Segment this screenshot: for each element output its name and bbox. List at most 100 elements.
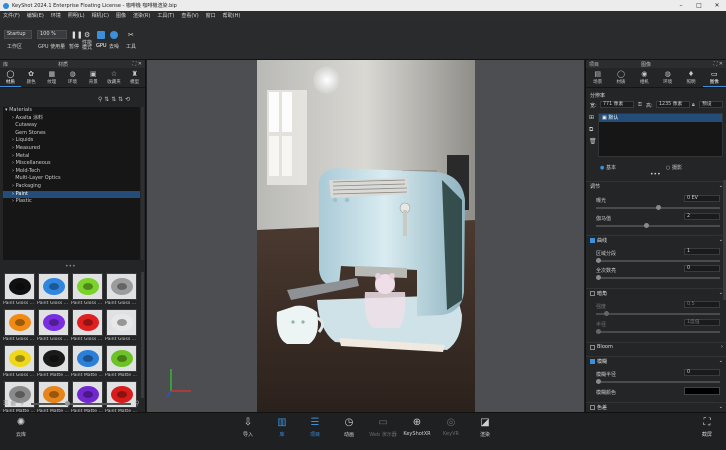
- layer-item[interactable]: ▣ 默认: [599, 114, 722, 122]
- add-layer-icon[interactable]: ⊞: [589, 114, 594, 121]
- slider-knob[interactable]: [596, 379, 601, 384]
- keyshotxr-button[interactable]: ⊕ KeyShotXR: [402, 417, 432, 437]
- thumbnail-size-slider[interactable]: [31, 401, 131, 406]
- curve-param-2-input[interactable]: 0: [684, 265, 720, 272]
- tab-material[interactable]: ◯ 材质: [609, 68, 632, 87]
- delete-layer-icon[interactable]: 🗑︎: [589, 138, 597, 145]
- performance-mode-button[interactable]: 性能 模式: [82, 41, 92, 51]
- screenshot-button[interactable]: ⛶ 截屏: [692, 417, 722, 438]
- blur-radius-input[interactable]: 0: [684, 369, 720, 376]
- material-thumbnail[interactable]: Paint Matte ...: [37, 344, 70, 382]
- slider-knob[interactable]: [596, 329, 601, 334]
- vignette-radius-input[interactable]: 1度值: [684, 319, 720, 326]
- workspace-select[interactable]: Startup: [4, 30, 32, 39]
- slider-knob[interactable]: [596, 258, 601, 263]
- link-icon[interactable]: ⚿: [638, 102, 642, 108]
- project-button[interactable]: ☰ 项目: [300, 417, 330, 438]
- tree-item-multi-layer[interactable]: Multi-Layer Optics: [3, 175, 140, 183]
- height-input[interactable]: 1235 像素: [656, 101, 690, 108]
- keyvr-button[interactable]: ◎ KeyVR: [436, 417, 466, 437]
- menu-render[interactable]: 渲染(R): [133, 12, 150, 19]
- slider-knob[interactable]: [656, 205, 661, 210]
- material-thumbnail[interactable]: Paint Gloss ...: [71, 272, 104, 310]
- maximize-button[interactable]: □: [690, 2, 708, 9]
- tab-models[interactable]: ♜ 模型: [124, 68, 145, 87]
- tab-environment[interactable]: ◍ 环境: [656, 68, 679, 87]
- tree-item-miscellaneous[interactable]: › Miscellaneous: [3, 160, 140, 168]
- library-tools-icons[interactable]: ⚲ ⇅ ⇅ ⇅ ⟲: [98, 96, 130, 103]
- render-viewport[interactable]: [147, 60, 584, 412]
- width-input[interactable]: 771 像素: [600, 101, 634, 108]
- gamma-input[interactable]: 2: [684, 213, 720, 220]
- material-thumbnail[interactable]: Paint Gloss ...: [3, 272, 36, 310]
- minimize-button[interactable]: –: [672, 2, 690, 9]
- tools-icon[interactable]: ✂: [128, 31, 134, 39]
- gpu-icon[interactable]: [97, 31, 105, 39]
- tab-scene[interactable]: ▤ 场景: [586, 68, 609, 87]
- material-thumbnail[interactable]: Paint Gloss ...: [71, 308, 104, 346]
- tree-item-gem-stones[interactable]: Gem Stones: [3, 130, 140, 138]
- vignette-strength-slider[interactable]: [596, 311, 720, 316]
- curve-section[interactable]: 曲线 ⌄: [586, 235, 726, 244]
- blur-section[interactable]: 模糊 ⌄: [586, 356, 726, 365]
- zoom-out-icon[interactable]: ⚲: [20, 400, 24, 407]
- blur-color-swatch[interactable]: [684, 387, 720, 395]
- tab-materials[interactable]: ◯ 材质: [0, 68, 21, 87]
- tree-scrollbar[interactable]: [141, 107, 144, 260]
- tab-environments[interactable]: ◍ 环境: [62, 68, 83, 87]
- tools-button[interactable]: 工具: [126, 43, 136, 50]
- mode-photographic-radio[interactable]: ○ 摄影: [666, 164, 682, 171]
- curve-param-2-slider[interactable]: [596, 275, 720, 280]
- denoise-icon[interactable]: [110, 31, 118, 39]
- cloud-library-button[interactable]: ✺ 云库: [6, 417, 36, 438]
- slider-knob[interactable]: [604, 311, 609, 316]
- menu-edit[interactable]: 编辑(E): [27, 12, 44, 19]
- close-window-button[interactable]: ✕: [708, 2, 726, 9]
- menu-help[interactable]: 帮助(H): [223, 12, 241, 19]
- pause-icon[interactable]: ❚❚: [71, 31, 83, 39]
- gpu-toggle[interactable]: GPU: [96, 43, 107, 49]
- menu-window[interactable]: 窗口: [206, 12, 216, 19]
- material-thumbnail[interactable]: Paint Gloss ...: [105, 308, 138, 346]
- library-button[interactable]: ▥ 库: [267, 417, 297, 438]
- material-thumbnail[interactable]: Paint Gloss ...: [105, 272, 138, 310]
- chromatic-checkbox[interactable]: [590, 404, 595, 410]
- material-thumbnail[interactable]: Paint Gloss ...: [3, 344, 36, 382]
- animation-button[interactable]: ◷ 动画: [334, 417, 364, 438]
- material-thumbnail[interactable]: Paint Gloss ...: [3, 308, 36, 346]
- tree-item-measured[interactable]: › Measured: [3, 145, 140, 153]
- vignette-strength-input[interactable]: 0.5: [684, 301, 720, 308]
- tree-item-metal[interactable]: › Metal: [3, 153, 140, 161]
- tree-item-liquids[interactable]: › Liquids: [3, 137, 140, 145]
- panel-close-icon[interactable]: ⛶ ✕: [133, 61, 142, 67]
- menu-tools[interactable]: 工具(T): [157, 12, 174, 19]
- material-thumbnail[interactable]: Paint Gloss ...: [37, 308, 70, 346]
- material-thumbnail[interactable]: Paint Matte ...: [105, 344, 138, 382]
- slider-knob[interactable]: [65, 401, 70, 406]
- splitter-handle[interactable]: •••: [650, 171, 661, 178]
- material-thumbnail[interactable]: Paint Gloss ...: [37, 272, 70, 310]
- vignette-checkbox[interactable]: [590, 290, 595, 296]
- curve-param-1-slider[interactable]: [596, 258, 720, 263]
- tab-backplates[interactable]: ▣ 背景: [83, 68, 104, 87]
- menu-view[interactable]: 查看(V): [181, 12, 198, 19]
- bloom-checkbox[interactable]: [590, 344, 595, 350]
- tab-textures[interactable]: ▦ 纹理: [41, 68, 62, 87]
- tab-favorites[interactable]: ☆ 收藏夹: [104, 68, 125, 87]
- menu-lighting[interactable]: 照明(L): [68, 12, 85, 19]
- blur-radius-slider[interactable]: [596, 379, 720, 384]
- tab-camera[interactable]: ◉ 相机: [633, 68, 656, 87]
- tree-item-plastic[interactable]: › Plastic: [3, 198, 140, 206]
- tab-lighting[interactable]: ♦ 照明: [679, 68, 702, 87]
- tree-item-paint[interactable]: › Paint: [3, 190, 140, 199]
- zoom-select[interactable]: 100 %: [37, 30, 67, 39]
- copy-layer-icon[interactable]: ⧉: [589, 126, 593, 134]
- pause-button[interactable]: 暂停: [69, 43, 79, 50]
- splitter-handle[interactable]: •••: [65, 263, 76, 270]
- tree-item-packaging[interactable]: › Packaging: [3, 183, 140, 191]
- bloom-section[interactable]: Bloom ›: [586, 342, 726, 351]
- exposure-input[interactable]: 0 EV: [684, 195, 720, 202]
- import-button[interactable]: ⇩ 导入: [233, 417, 263, 438]
- tab-image[interactable]: ▭ 图像: [702, 68, 726, 87]
- vignette-section[interactable]: 暗角 ⌄: [586, 288, 726, 297]
